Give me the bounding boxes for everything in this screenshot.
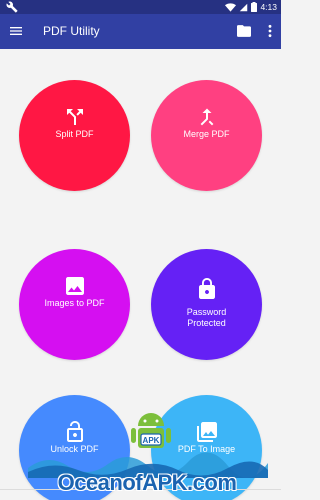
battery-icon (251, 2, 258, 12)
apk-badge-text: APK (143, 436, 160, 445)
more-vert-icon[interactable] (267, 24, 273, 38)
image-icon (65, 277, 84, 295)
wifi-icon (225, 2, 237, 12)
password-label-line2: Protected (187, 318, 226, 328)
images-to-pdf-button[interactable]: Images to PDF (19, 249, 130, 360)
unlock-icon (66, 421, 83, 442)
signal-icon (240, 3, 248, 11)
split-pdf-label: Split PDF (55, 129, 94, 139)
images-to-pdf-label: Images to PDF (44, 298, 105, 308)
merge-icon (200, 108, 213, 126)
split-pdf-button[interactable]: Split PDF (19, 80, 130, 191)
split-icon (66, 109, 83, 125)
password-label-line1: Password (186, 307, 227, 317)
folder-icon[interactable] (237, 25, 251, 37)
image-icon (196, 422, 217, 442)
app-title: PDF Utility (43, 24, 100, 38)
wrench-icon (6, 1, 18, 13)
watermark-text: OceanofAPK.com (57, 470, 237, 495)
merge-pdf-button[interactable]: Merge PDF (151, 80, 262, 191)
password-protected-button[interactable]: Password Protected (151, 249, 262, 360)
lock-icon (198, 278, 215, 299)
status-bar: 4:13 (0, 0, 281, 14)
status-time: 4:13 (260, 2, 277, 12)
app-bar: PDF Utility (0, 14, 281, 49)
menu-icon[interactable] (8, 23, 24, 39)
merge-pdf-label: Merge PDF (183, 129, 230, 139)
